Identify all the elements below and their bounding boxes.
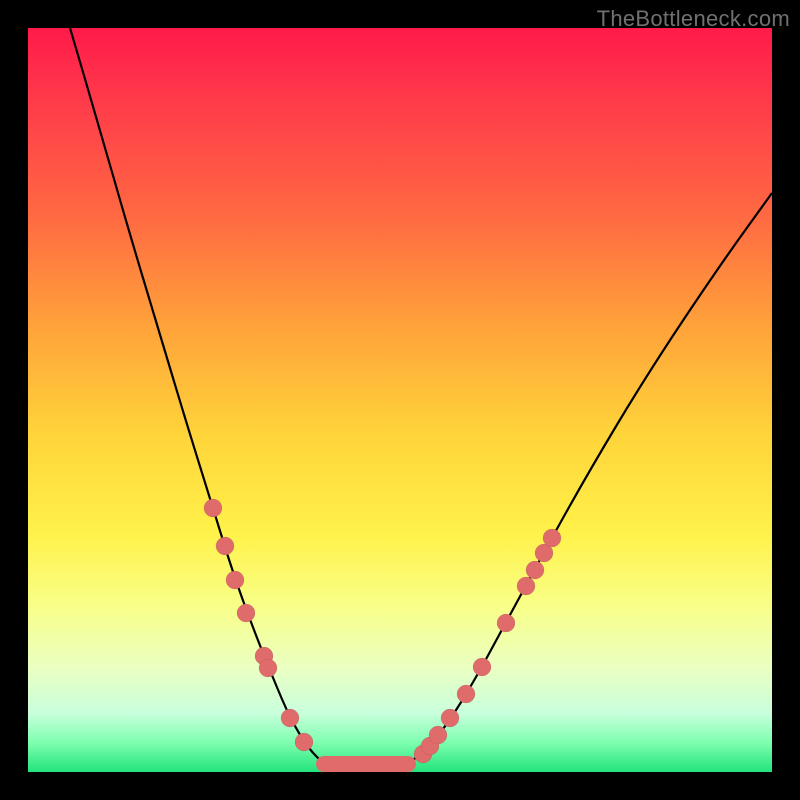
right-curve	[408, 193, 772, 764]
right-dot-group	[414, 529, 561, 763]
left-curve	[70, 28, 324, 764]
data-dot	[457, 685, 475, 703]
data-dot	[204, 499, 222, 517]
data-dot	[226, 571, 244, 589]
data-dot	[441, 709, 459, 727]
data-dot	[497, 614, 515, 632]
data-dot	[216, 537, 234, 555]
data-dot	[281, 709, 299, 727]
data-dot	[526, 561, 544, 579]
data-dot	[429, 726, 447, 744]
data-dot	[295, 733, 313, 751]
data-dot	[259, 659, 277, 677]
chart-plot-area	[28, 28, 772, 772]
watermark-text: TheBottleneck.com	[597, 6, 790, 32]
data-dot	[473, 658, 491, 676]
data-dot	[517, 577, 535, 595]
left-dot-group	[204, 499, 313, 751]
data-dot	[543, 529, 561, 547]
data-dot	[237, 604, 255, 622]
chart-svg	[28, 28, 772, 772]
